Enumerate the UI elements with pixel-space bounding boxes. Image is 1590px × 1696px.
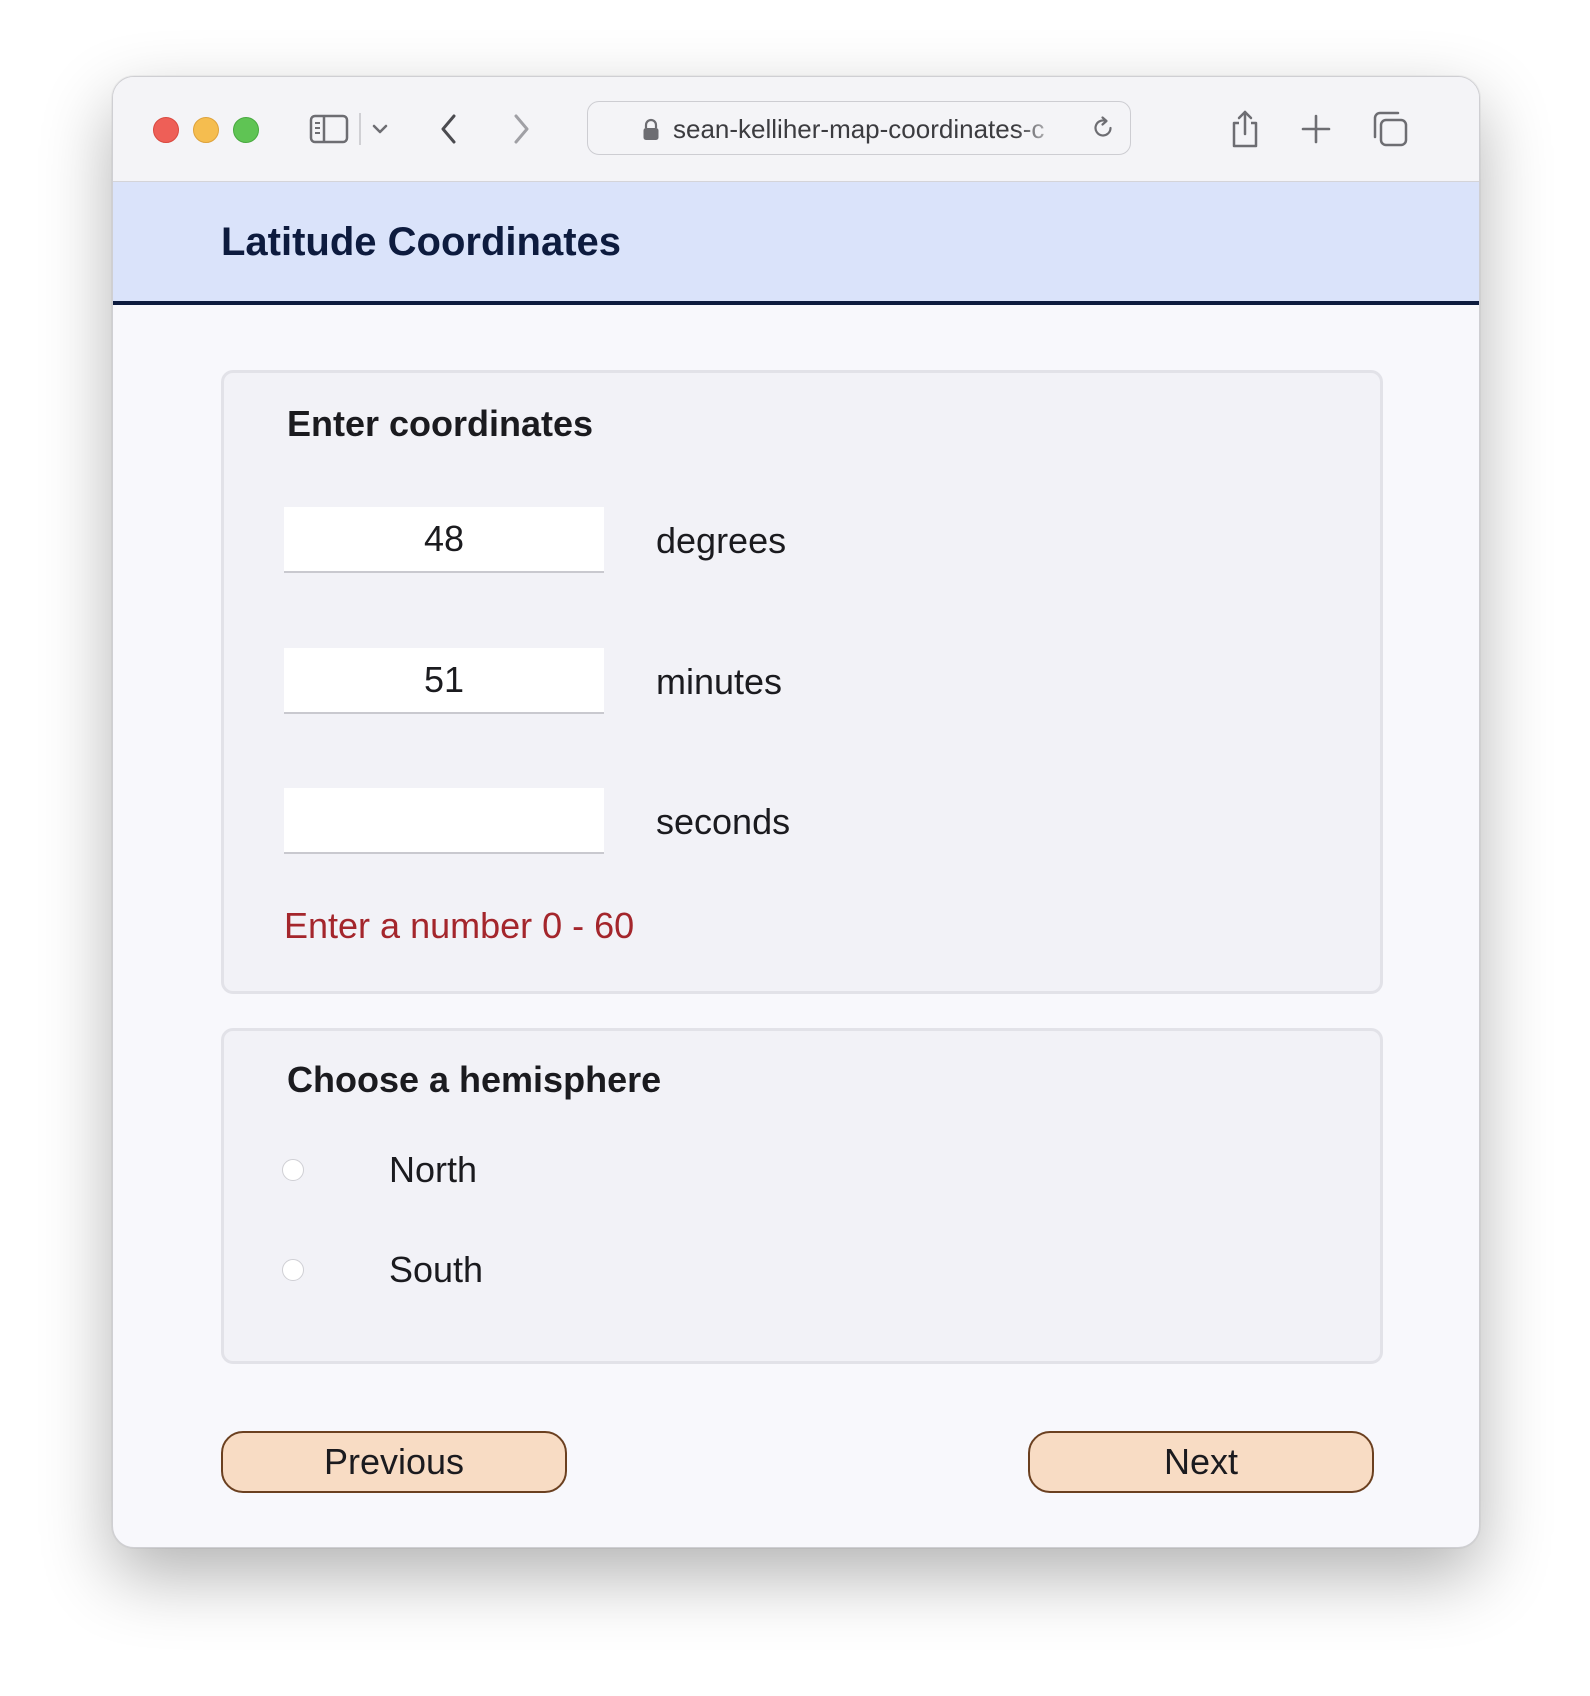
coordinates-heading: Enter coordinates: [287, 403, 594, 444]
degrees-input[interactable]: [284, 507, 604, 573]
new-tab-plus-icon[interactable]: [1301, 107, 1331, 151]
reload-icon[interactable]: [1090, 115, 1116, 146]
hemisphere-panel: Choose a hemisphere North South: [221, 1028, 1383, 1364]
north-label[interactable]: North: [389, 1149, 477, 1191]
hemisphere-heading: Choose a hemisphere: [287, 1059, 662, 1100]
validation-error: Enter a number 0 - 60: [284, 905, 635, 946]
sidebar-toggle-icon[interactable]: [309, 107, 349, 151]
north-radio[interactable]: [282, 1159, 304, 1181]
tab-group-divider: [359, 107, 361, 151]
share-icon[interactable]: [1229, 107, 1261, 151]
seconds-label: seconds: [656, 801, 791, 842]
page-title: Latitude Coordinates: [221, 220, 622, 264]
minimize-window-button[interactable]: [193, 117, 219, 143]
south-radio[interactable]: [282, 1259, 304, 1281]
browser-toolbar: sean-kelliher-map-coordinates-c: [113, 77, 1479, 182]
page-header: Latitude Coordinates: [113, 182, 1479, 305]
lock-icon: [642, 118, 660, 147]
coordinates-panel: Enter coordinates degrees minutes second…: [221, 370, 1383, 994]
minutes-input[interactable]: [284, 648, 604, 714]
south-label[interactable]: South: [389, 1249, 483, 1291]
url-text: sean-kelliher-map-coordinates-c: [673, 114, 1045, 144]
browser-window: sean-kelliher-map-coordinates-c Latitude…: [112, 76, 1480, 1548]
forward-arrow-icon[interactable]: [509, 107, 533, 151]
seconds-input[interactable]: [284, 788, 604, 854]
chevron-down-icon[interactable]: [371, 107, 389, 151]
tab-overview-icon[interactable]: [1371, 107, 1409, 151]
minutes-label: minutes: [656, 661, 783, 702]
back-arrow-icon[interactable]: [437, 107, 461, 151]
previous-button[interactable]: Previous: [221, 1431, 567, 1493]
address-bar[interactable]: sean-kelliher-map-coordinates-c: [587, 101, 1131, 155]
zoom-window-button[interactable]: [233, 117, 259, 143]
close-window-button[interactable]: [153, 117, 179, 143]
next-button[interactable]: Next: [1028, 1431, 1374, 1493]
degrees-label: degrees: [656, 520, 787, 561]
